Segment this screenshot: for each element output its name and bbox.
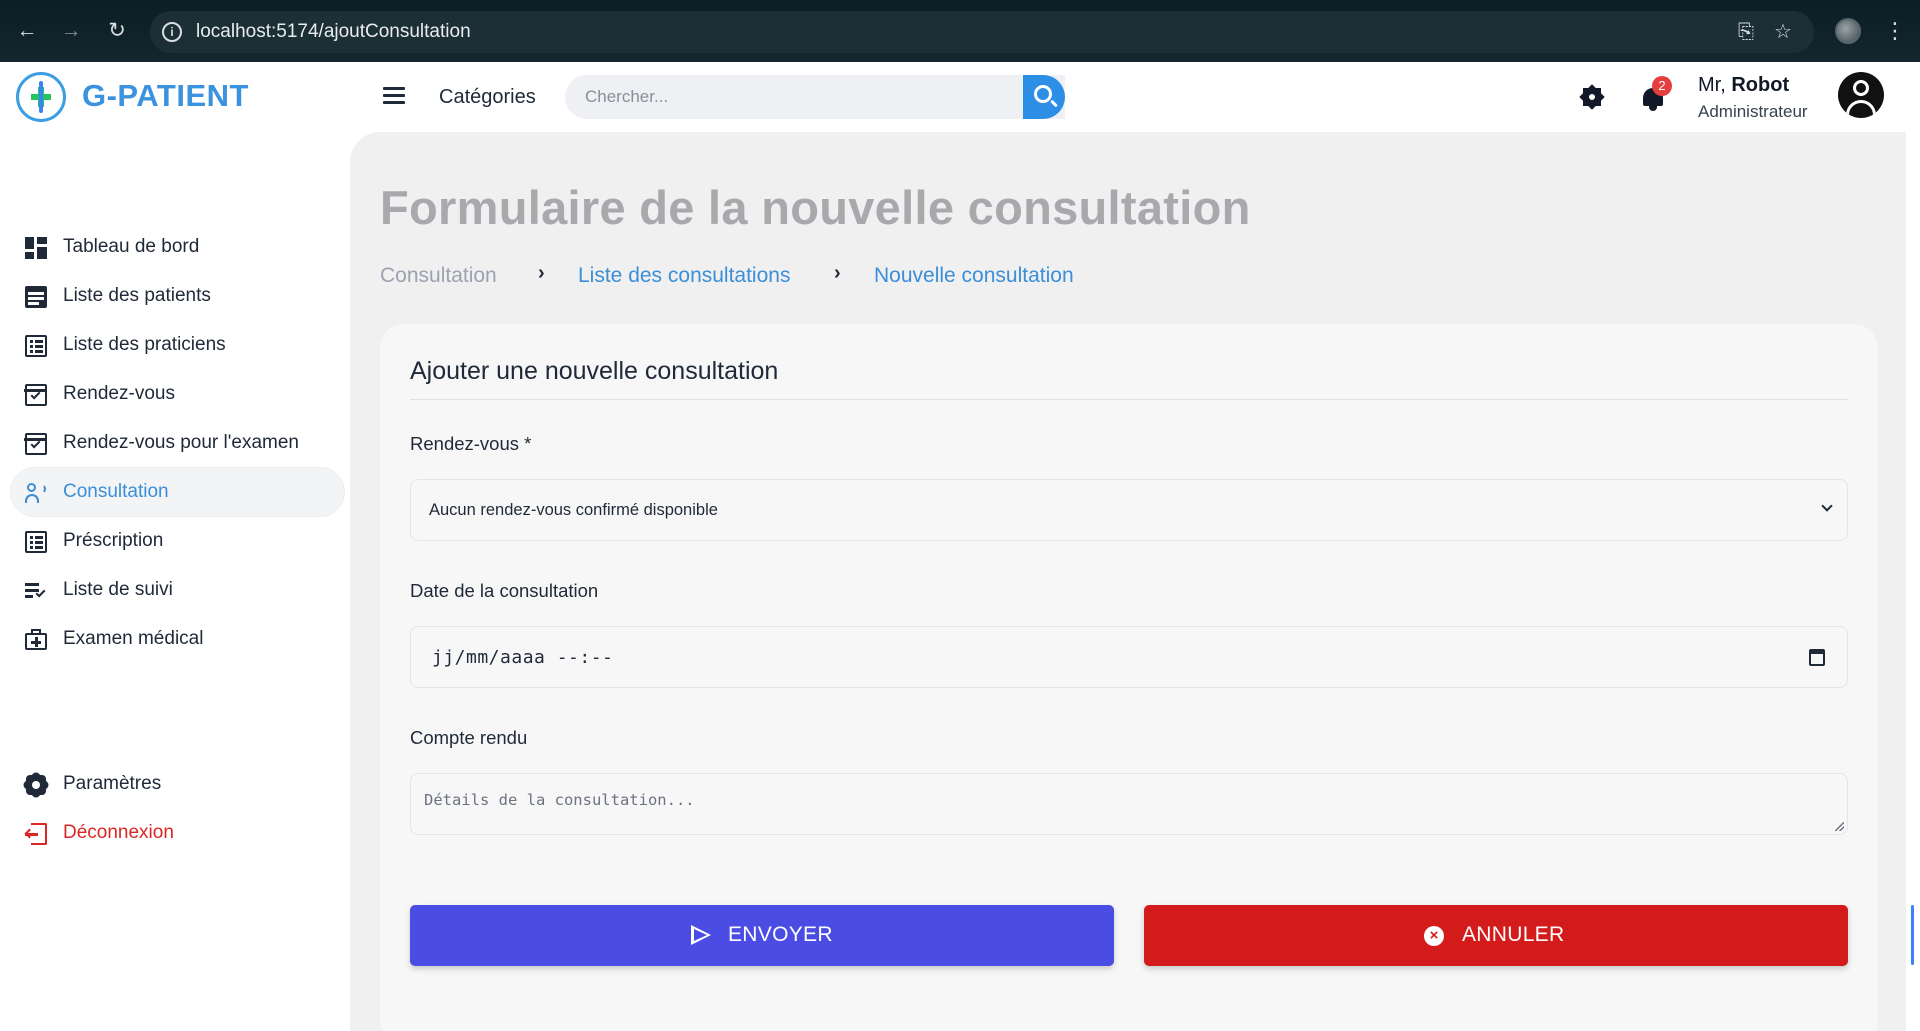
sidebar-item-deconnexion[interactable]: Déconnexion <box>10 808 345 858</box>
app-header: G-PATIENT Catégories 2 Mr, Robot Adminis… <box>0 62 1920 132</box>
send-icon <box>691 925 711 945</box>
rendezvous-label: Rendez-vous * <box>410 433 532 454</box>
card-title: Ajouter une nouvelle consultation <box>410 357 779 385</box>
logout-icon <box>24 823 47 845</box>
textarea-placeholder: Détails de la consultation... <box>424 791 695 809</box>
chevron-down-icon <box>1821 500 1833 512</box>
search-icon <box>1034 85 1052 103</box>
chevron-right-icon: › <box>538 262 545 284</box>
translate-icon[interactable]: ⎘ <box>1734 20 1758 44</box>
sidebar-item-label: Rendez-vous pour l'examen <box>63 432 299 453</box>
sidebar-item-consultation[interactable]: Consultation <box>10 467 345 517</box>
chevron-right-icon: › <box>834 262 841 284</box>
search-bar <box>565 75 1065 119</box>
url-text[interactable]: localhost:5174/ajoutConsultation <box>196 21 471 43</box>
sidebar-item-label: Rendez-vous <box>63 383 175 404</box>
close-circle-icon: × <box>1424 926 1444 946</box>
sidebar-item-label: Examen médical <box>63 628 204 649</box>
list-icon <box>25 286 47 308</box>
theme-toggle-icon[interactable] <box>1579 84 1605 110</box>
cancel-button[interactable]: × ANNULER <box>1144 905 1848 966</box>
categories-button[interactable]: Catégories <box>439 86 536 109</box>
address-bar[interactable]: i localhost:5174/ajoutConsultation ⎘ ☆ <box>150 11 1814 53</box>
sidebar-item-label: Consultation <box>63 481 169 502</box>
sidebar-item-label: Liste des praticiens <box>63 334 226 355</box>
compte-rendu-label: Compte rendu <box>410 727 528 748</box>
sidebar-item-label: Déconnexion <box>63 822 174 843</box>
breadcrumb-liste-consultations[interactable]: Liste des consultations <box>578 264 790 288</box>
checklist-icon <box>25 580 47 602</box>
sidebar-item-label: Liste des patients <box>63 285 211 306</box>
sidebar-item-label: Préscription <box>63 530 164 551</box>
bookmark-star-icon[interactable]: ☆ <box>1771 20 1795 44</box>
rendezvous-select[interactable]: Aucun rendez-vous confirmé disponible <box>410 479 1848 541</box>
send-button-label: ENVOYER <box>728 923 833 946</box>
send-button[interactable]: ENVOYER <box>410 905 1114 966</box>
date-input-value: jj/mm/aaaa --:-- <box>432 647 614 668</box>
calendar-check-icon <box>24 433 47 455</box>
user-avatar[interactable] <box>1838 72 1884 118</box>
medical-bag-icon <box>25 629 47 651</box>
list-alt-icon <box>25 335 47 357</box>
brand-name: G-PATIENT <box>82 78 249 113</box>
site-info-icon[interactable]: i <box>162 22 182 42</box>
rendezvous-selected-value: Aucun rendez-vous confirmé disponible <box>429 501 718 519</box>
gear-icon <box>21 770 51 800</box>
cancel-button-label: ANNULER <box>1462 923 1565 946</box>
breadcrumb-consultation[interactable]: Consultation <box>380 264 497 288</box>
forward-arrow-icon[interactable]: → <box>58 18 84 44</box>
browser-toolbar: ← → ↻ i localhost:5174/ajoutConsultation… <box>0 0 1920 62</box>
search-input[interactable] <box>565 75 1023 119</box>
sidebar-item-tableau-de-bord[interactable]: Tableau de bord <box>10 222 345 272</box>
date-input[interactable]: jj/mm/aaaa --:-- <box>410 626 1848 688</box>
sidebar-item-rendez-vous-examen[interactable]: Rendez-vous pour l'examen <box>10 418 345 468</box>
sidebar-item-liste-des-patients[interactable]: Liste des patients <box>10 271 345 321</box>
date-label: Date de la consultation <box>410 580 599 601</box>
breadcrumb-nouvelle-consultation[interactable]: Nouvelle consultation <box>874 264 1074 288</box>
divider <box>410 399 1848 400</box>
search-button[interactable] <box>1023 75 1065 119</box>
resize-handle-icon[interactable] <box>1835 822 1844 831</box>
reload-icon[interactable]: ↻ <box>104 18 130 44</box>
sidebar-item-parametres[interactable]: Paramètres <box>10 759 345 809</box>
logo-icon <box>16 72 66 122</box>
hamburger-menu-icon[interactable] <box>383 87 405 105</box>
sidebar-item-label: Paramètres <box>63 773 162 794</box>
sidebar-item-examen-medical[interactable]: Examen médical <box>10 614 345 664</box>
consultation-icon <box>25 482 47 504</box>
sidebar-item-label: Liste de suivi <box>63 579 173 600</box>
list-alt-icon <box>25 531 47 553</box>
dashboard-icon <box>25 237 47 259</box>
sidebar-item-liste-de-suivi[interactable]: Liste de suivi <box>10 565 345 615</box>
compte-rendu-textarea[interactable]: Détails de la consultation... <box>410 773 1848 835</box>
scrollbar-thumb[interactable] <box>1911 905 1914 965</box>
calendar-icon[interactable] <box>1809 649 1825 666</box>
back-arrow-icon[interactable]: ← <box>14 18 40 44</box>
sidebar-item-label: Tableau de bord <box>63 236 200 257</box>
user-name: Mr, Robot <box>1698 74 1790 96</box>
calendar-check-icon <box>24 384 47 406</box>
sidebar-item-liste-des-praticiens[interactable]: Liste des praticiens <box>10 320 345 370</box>
sidebar-item-rendez-vous[interactable]: Rendez-vous <box>10 369 345 419</box>
user-role: Administrateur <box>1698 102 1808 121</box>
sidebar-item-prescription[interactable]: Préscription <box>10 516 345 566</box>
browser-menu-icon[interactable]: ⋮ <box>1884 16 1906 46</box>
page-title: Formulaire de la nouvelle consultation <box>380 181 1251 234</box>
scrollbar[interactable] <box>1906 132 1920 1031</box>
notification-badge: 2 <box>1652 76 1672 96</box>
browser-profile-avatar[interactable] <box>1835 18 1861 44</box>
